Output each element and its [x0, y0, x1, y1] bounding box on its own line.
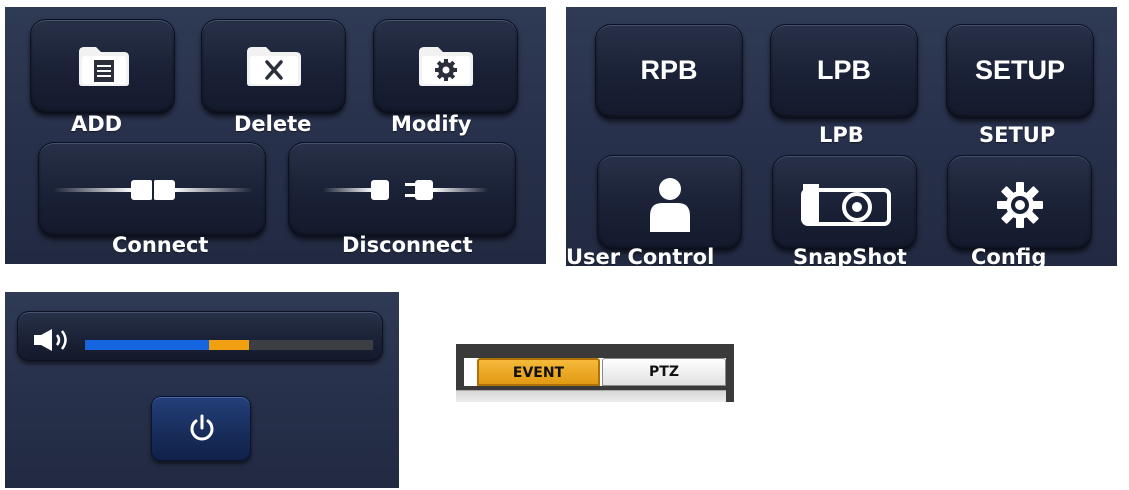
snapshot-button[interactable]: [772, 155, 917, 250]
rpb-button-text: RPB: [640, 55, 698, 85]
volume-slider-track[interactable]: [85, 340, 373, 350]
connect-button[interactable]: [38, 142, 266, 237]
delete-label: Delete: [234, 112, 312, 136]
disconnect-button[interactable]: [288, 142, 516, 237]
disconnect-label: Disconnect: [342, 233, 473, 257]
tab-strip-frame-right: [726, 358, 734, 402]
power-button[interactable]: [151, 396, 251, 461]
volume-panel: [5, 292, 399, 488]
user-control-button[interactable]: [597, 155, 742, 250]
setup-button[interactable]: SETUP: [946, 24, 1094, 119]
tab-strip-frame-left: [456, 358, 464, 388]
plug-connected-icon: [53, 180, 253, 200]
plug-disconnected-icon: [323, 180, 488, 200]
modify-label: Modify: [391, 112, 472, 136]
connect-label: Connect: [112, 233, 209, 257]
tab-ptz[interactable]: PTZ: [602, 358, 726, 386]
snapshot-label: SnapShot: [793, 245, 907, 266]
setup-button-text: SETUP: [974, 55, 1066, 85]
delete-folder-icon: [247, 47, 301, 86]
modify-button[interactable]: [373, 19, 518, 114]
config-label: Config: [971, 245, 1047, 266]
delete-button[interactable]: [201, 19, 346, 114]
modify-folder-icon: [419, 47, 473, 86]
volume-level-fill: [85, 340, 209, 350]
rpb-button[interactable]: RPB: [595, 24, 743, 119]
setup-label: SETUP: [979, 123, 1056, 147]
tab-strip-frame: [456, 344, 734, 358]
playback-panel: RPB LPB SETUP LPB SETUP User Control Sna…: [566, 7, 1117, 266]
add-label: ADD: [71, 112, 123, 136]
volume-control[interactable]: [17, 311, 383, 361]
volume-peak-fill: [209, 340, 249, 350]
lpb-button-text: LPB: [817, 55, 871, 85]
lpb-label: LPB: [819, 123, 864, 147]
tab-strip: EVENT PTZ: [456, 344, 734, 402]
power-icon: [190, 414, 214, 441]
add-folder-icon: [79, 47, 129, 86]
tab-event[interactable]: EVENT: [477, 358, 600, 386]
file-operations-panel: ADD Delete Modify Connect Disconnect: [5, 7, 546, 264]
lpb-button[interactable]: LPB: [770, 24, 918, 119]
camera-icon: [801, 184, 891, 226]
user-icon: [650, 178, 690, 232]
tab-content-area: [456, 390, 726, 402]
add-button[interactable]: [30, 19, 175, 114]
config-button[interactable]: [947, 155, 1092, 250]
gear-icon: [997, 182, 1043, 228]
user-control-label: User Control: [566, 245, 715, 266]
speaker-icon[interactable]: [32, 328, 76, 352]
